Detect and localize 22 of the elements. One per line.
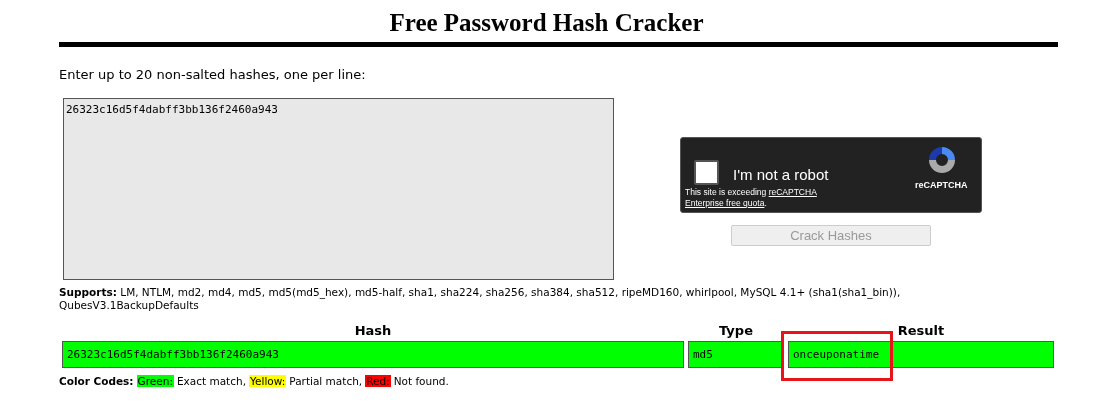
color-swatch-label: Green: — [136, 375, 174, 387]
column-header: Hash — [353, 323, 393, 338]
captcha-notice: This site is exceeding reCAPTCHA Enterprise free quota. — [685, 187, 818, 209]
color-swatch-label: Red: — [365, 375, 391, 387]
type-cell: md5 — [688, 341, 784, 368]
column-header: Type — [718, 323, 754, 338]
recaptcha-link[interactable]: reCAPTCHA — [768, 187, 817, 197]
color-meaning: Not found. — [393, 375, 449, 387]
supports-text: Supports: LM, NTLM, md2, md4, md5, md5(md5_hex), md5-half, sha1, sha224, sha256, sha384, sha512, ripeMD160, whirlpool, MySQL 4.1+ (sha1(sha1_bin)), QubesV3.1BackupDefaults — [59, 286, 902, 312]
hash-cell: 26323c16d5f4dabff3bb136f2460a943 — [62, 341, 684, 368]
captcha-label: I'm not a robot — [733, 166, 829, 183]
page-title: Free Password Hash Cracker — [388, 8, 705, 38]
captcha-brand: reCAPTCHA — [915, 180, 968, 190]
color-swatch-label: Yellow: — [249, 375, 287, 387]
instruction-text: Enter up to 20 non-salted hashes, one per line: — [59, 67, 366, 82]
color-meaning: Exact match, — [176, 375, 246, 387]
captcha-logo-icon — [926, 144, 958, 176]
column-header: Result — [896, 323, 946, 338]
color-meaning: Partial match, — [289, 375, 363, 387]
captcha-checkbox[interactable] — [694, 160, 719, 185]
hash-input-field[interactable]: 26323c16d5f4dabff3bb136f2460a943 — [63, 98, 614, 280]
color-codes-label: Color Codes: — [59, 375, 134, 387]
